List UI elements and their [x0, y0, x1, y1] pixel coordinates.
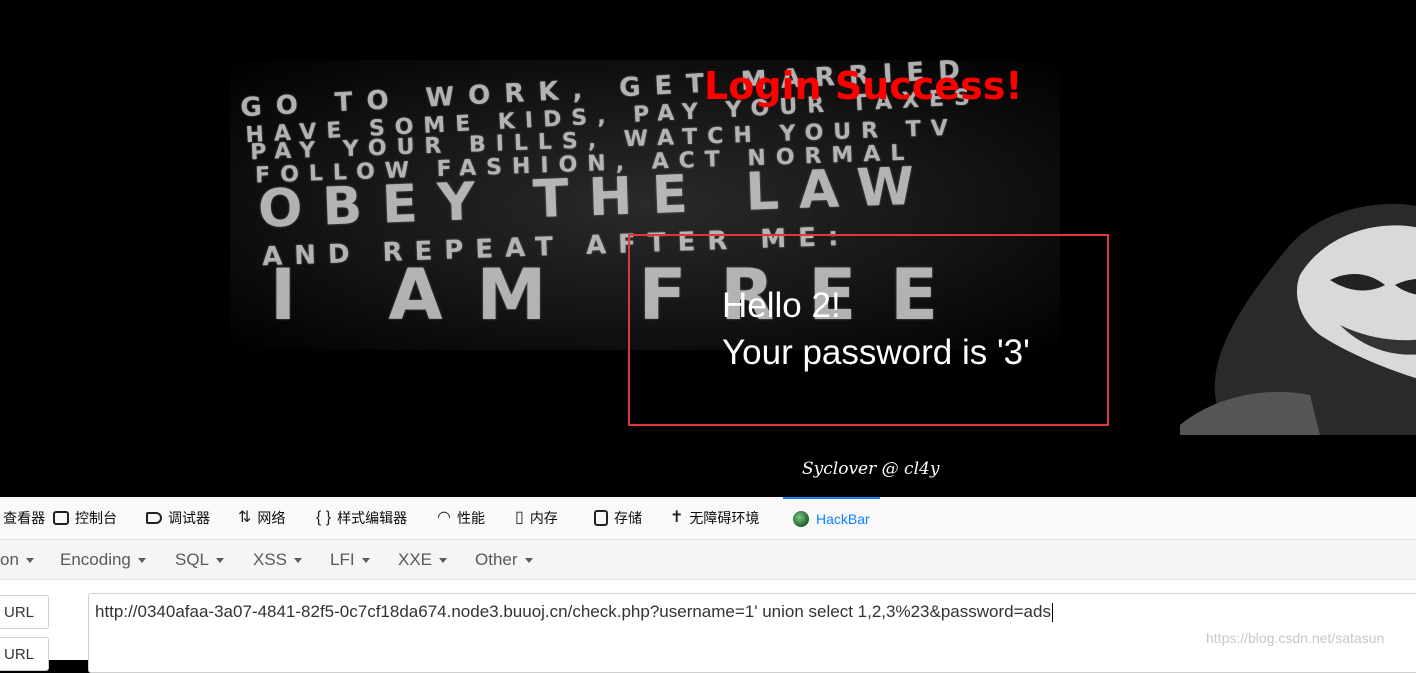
console-icon: [53, 511, 69, 525]
tab-network[interactable]: ⇅ 网络: [238, 497, 285, 539]
chevron-down-icon: [524, 557, 533, 563]
devtools-toolbar: ⬚ 查看器 控制台 调试器 ⇅ 网络 { } 样式编辑器 ◠ 性能 ▯ 内存 存…: [0, 497, 1416, 540]
performance-icon: ◠: [437, 509, 451, 526]
chevron-down-icon: [216, 557, 225, 563]
tab-label: 内存: [529, 510, 558, 526]
tab-label: 查看器: [3, 510, 46, 526]
chevron-down-icon: [137, 557, 146, 563]
tab-label: 样式编辑器: [337, 510, 408, 526]
tab-label: 存储: [614, 510, 642, 526]
password-text: Your password is '3': [722, 333, 1030, 372]
tab-label: 网络: [257, 510, 286, 526]
login-status-heading: Login Success!: [704, 64, 1023, 108]
tab-label: 无障碍环境: [689, 510, 760, 526]
menu-other[interactable]: Other: [475, 540, 533, 580]
tab-storage[interactable]: 存储: [594, 497, 642, 539]
chevron-down-icon: [439, 557, 448, 563]
tab-hackbar[interactable]: HackBar: [783, 497, 880, 539]
tab-debugger[interactable]: 调试器: [146, 497, 210, 539]
menu-label: SQL: [175, 550, 210, 569]
hackbar-body: URL URL http://0340afaa-3a07-4841-82f5-0…: [0, 580, 1416, 673]
load-url-button[interactable]: URL: [0, 595, 49, 629]
menu-label: XSS: [253, 550, 288, 569]
style-editor-icon: { }: [316, 509, 332, 526]
menu-xxe[interactable]: XXE: [398, 540, 448, 580]
tab-performance[interactable]: ◠ 性能: [437, 497, 485, 539]
watermark: https://blog.csdn.net/satasun: [1206, 630, 1385, 646]
chevron-down-icon: [361, 557, 370, 563]
tab-style-editor[interactable]: { } 样式编辑器: [316, 497, 407, 539]
split-url-button[interactable]: URL: [0, 637, 49, 671]
menu-load-url[interactable]: on: [0, 540, 34, 580]
url-value: http://0340afaa-3a07-4841-82f5-0c7cf18da…: [95, 602, 1051, 621]
menu-xss[interactable]: XSS: [253, 540, 303, 580]
tab-label: 控制台: [75, 510, 117, 526]
menu-label: XXE: [398, 550, 433, 569]
menu-label: Other: [475, 550, 518, 569]
hackbar-menu: on Encoding SQL XSS LFI XXE Other: [0, 540, 1416, 580]
text-cursor: [1051, 603, 1053, 623]
menu-sql[interactable]: SQL: [175, 540, 225, 580]
memory-icon: ▯: [515, 509, 524, 526]
menu-label: Encoding: [60, 550, 131, 569]
network-icon: ⇅: [238, 509, 252, 526]
tab-label: 性能: [456, 510, 485, 526]
tab-console[interactable]: 控制台: [53, 497, 117, 539]
chevron-down-icon: [294, 557, 303, 563]
footer-signature: Syclover @ cl4y: [802, 459, 940, 479]
menu-lfi[interactable]: LFI: [330, 540, 370, 580]
chevron-down-icon: [25, 557, 34, 563]
debugger-icon: [146, 512, 162, 524]
menu-label: LFI: [330, 550, 355, 569]
accessibility-icon: ✝: [670, 509, 684, 526]
web-page: GO TO WORK, GET MARRIED HAVE SOME KIDS, …: [0, 0, 1416, 497]
tab-label: HackBar: [816, 511, 870, 527]
greeting-text: Hello 2!: [722, 286, 841, 325]
storage-icon: [594, 510, 608, 526]
tab-accessibility[interactable]: ✝ 无障碍环境: [670, 497, 759, 539]
menu-label: on: [0, 550, 19, 569]
tab-label: 调试器: [168, 510, 210, 526]
menu-encoding[interactable]: Encoding: [60, 540, 146, 580]
tab-inspector[interactable]: ⬚ 查看器: [0, 497, 45, 539]
result-box: [628, 234, 1109, 426]
guy-fawkes-mask-image: [1180, 203, 1416, 435]
hackbar-icon: [793, 511, 809, 527]
tab-memory[interactable]: ▯ 内存: [515, 497, 558, 539]
